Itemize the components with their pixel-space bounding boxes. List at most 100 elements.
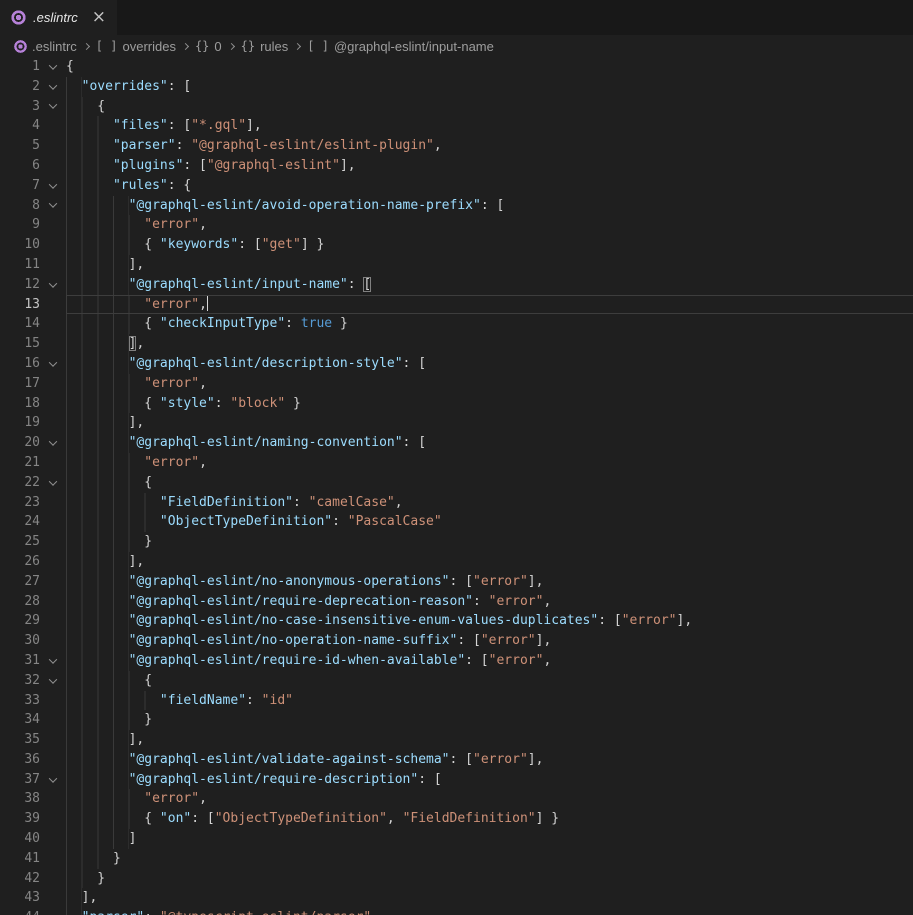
token-punc: , [199,376,207,391]
indent-guides [66,255,129,275]
line-number: 6 [0,156,40,176]
fold-gutter [40,136,66,156]
code-line-5[interactable]: 5"parser": "@graphql-eslint/eslint-plugi… [0,136,913,156]
code-line-36[interactable]: 36"@graphql-eslint/validate-against-sche… [0,750,913,770]
code-line-40[interactable]: 40] [0,829,913,849]
code-line-23[interactable]: 23"FieldDefinition": "camelCase", [0,493,913,513]
code-line-34[interactable]: 34} [0,710,913,730]
code-line-28[interactable]: 28"@graphql-eslint/require-deprecation-r… [0,592,913,612]
code-line-38[interactable]: 38"error", [0,789,913,809]
fold-control[interactable] [40,275,66,295]
code-text: { "style": "block" } [66,394,301,414]
code-line-6[interactable]: 6"plugins": ["@graphql-eslint"], [0,156,913,176]
token-str: "PascalCase" [348,514,442,529]
indent-guides [66,651,129,671]
code-line-32[interactable]: 32{ [0,671,913,691]
code-text: "@graphql-eslint/input-name": [ [66,275,371,295]
code-line-21[interactable]: 21"error", [0,453,913,473]
code-line-10[interactable]: 10{ "keywords": ["get"] } [0,235,913,255]
code-line-14[interactable]: 14{ "checkInputType": true } [0,314,913,334]
code-text: "error", [66,215,207,235]
code-line-16[interactable]: 16"@graphql-eslint/description-style": [ [0,354,913,374]
fold-gutter [40,611,66,631]
fold-control[interactable] [40,651,66,671]
breadcrumb-item-overrides[interactable]: [ ]overrides [96,39,176,54]
token-punc: , [434,138,442,153]
indent-guides [66,394,144,414]
code-line-39[interactable]: 39{ "on": ["ObjectTypeDefinition", "Fiel… [0,809,913,829]
fold-control[interactable] [40,354,66,374]
code-line-33[interactable]: 33"fieldName": "id" [0,691,913,711]
token-punc: : { [168,178,191,193]
token-punc: } [332,316,348,331]
fold-control[interactable] [40,433,66,453]
breadcrumb-label: 0 [214,39,221,54]
fold-control[interactable] [40,671,66,691]
code-line-19[interactable]: 19], [0,413,913,433]
fold-control[interactable] [40,97,66,117]
fold-control[interactable] [40,473,66,493]
fold-control[interactable] [40,57,66,77]
token-str: "error" [144,217,199,232]
code-line-29[interactable]: 29"@graphql-eslint/no-case-insensitive-e… [0,611,913,631]
breadcrumb-item-0[interactable]: {}0 [195,39,222,54]
line-number: 30 [0,631,40,651]
eslint-file-icon [14,40,27,53]
breadcrumb-item--graphql-eslint-input-name[interactable]: [ ]@graphql-eslint/input-name [307,39,494,54]
close-icon[interactable]: × [92,9,106,26]
code-line-44[interactable]: 44"parser": "@typescript-eslint/parser" [0,908,913,915]
chevron-down-icon [49,61,57,69]
tab-eslintrc[interactable]: .eslintrc × [0,0,117,35]
code-line-7[interactable]: 7"rules": { [0,176,913,196]
code-line-43[interactable]: 43], [0,888,913,908]
code-line-20[interactable]: 20"@graphql-eslint/naming-convention": [ [0,433,913,453]
code-line-1[interactable]: 1{ [0,57,913,77]
chevron-down-icon [49,358,57,366]
code-line-2[interactable]: 2"overrides": [ [0,77,913,97]
code-line-22[interactable]: 22{ [0,473,913,493]
chevron-down-icon [49,477,57,485]
code-line-35[interactable]: 35], [0,730,913,750]
code-text: "FieldDefinition": "camelCase", [66,493,403,513]
fold-gutter [40,374,66,394]
indent-guides [66,849,113,869]
line-number: 44 [0,908,40,915]
fold-control[interactable] [40,196,66,216]
code-line-4[interactable]: 4"files": ["*.gql"], [0,116,913,136]
code-line-12[interactable]: 12"@graphql-eslint/input-name": [ [0,275,913,295]
code-line-3[interactable]: 3{ [0,97,913,117]
code-line-30[interactable]: 30"@graphql-eslint/no-operation-name-suf… [0,631,913,651]
code-line-15[interactable]: 15], [0,334,913,354]
breadcrumb-item-rules[interactable]: {}rules [241,39,289,54]
code-line-9[interactable]: 9"error", [0,215,913,235]
code-line-27[interactable]: 27"@graphql-eslint/no-anonymous-operatio… [0,572,913,592]
code-text: "@graphql-eslint/validate-against-schema… [66,750,543,770]
token-key: "@graphql-eslint/validate-against-schema… [129,752,450,767]
code-line-17[interactable]: 17"error", [0,374,913,394]
code-line-13[interactable]: 13"error", [0,295,913,315]
code-line-24[interactable]: 24"ObjectTypeDefinition": "PascalCase" [0,512,913,532]
code-line-26[interactable]: 26], [0,552,913,572]
token-punc: , [395,495,403,510]
breadcrumb-item--eslintrc[interactable]: .eslintrc [14,39,77,54]
symbol-object-icon: {} [241,39,255,53]
fold-control[interactable] [40,77,66,97]
code-line-31[interactable]: 31"@graphql-eslint/require-id-when-avail… [0,651,913,671]
token-punc: : [ [403,356,426,371]
line-number: 35 [0,730,40,750]
code-line-8[interactable]: 8"@graphql-eslint/avoid-operation-name-p… [0,196,913,216]
code-line-11[interactable]: 11], [0,255,913,275]
fold-gutter [40,116,66,136]
code-line-41[interactable]: 41} [0,849,913,869]
code-line-42[interactable]: 42} [0,869,913,889]
token-punc: ], [340,158,356,173]
line-number: 28 [0,592,40,612]
fold-control[interactable] [40,176,66,196]
code-editor[interactable]: 1{2"overrides": [3{4"files": ["*.gql"],5… [0,57,913,915]
indent-guides [66,512,160,532]
fold-control[interactable] [40,770,66,790]
code-line-25[interactable]: 25} [0,532,913,552]
code-line-18[interactable]: 18{ "style": "block" } [0,394,913,414]
token-punc: : [ [450,752,473,767]
code-line-37[interactable]: 37"@graphql-eslint/require-description":… [0,770,913,790]
